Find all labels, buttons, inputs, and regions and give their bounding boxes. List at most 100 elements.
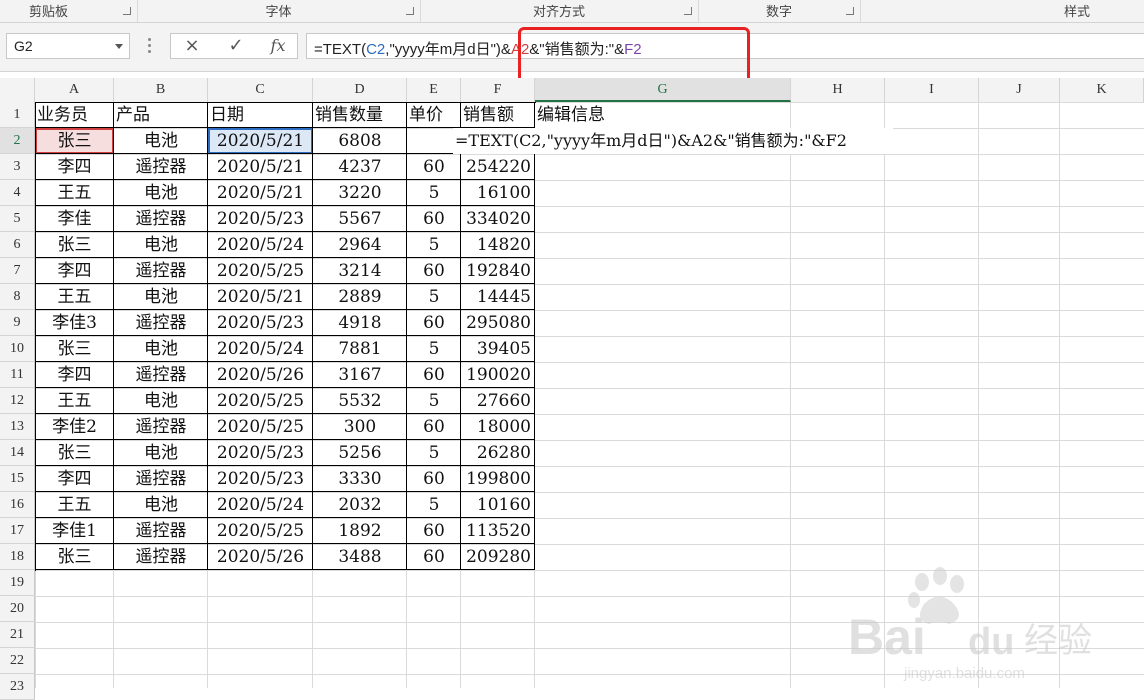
table-cell[interactable]: 60 xyxy=(407,310,461,336)
header-cell[interactable]: 单价 xyxy=(407,102,461,128)
table-cell[interactable]: 2889 xyxy=(313,284,407,310)
table-cell[interactable]: 4237 xyxy=(313,154,407,180)
table-cell[interactable]: 209280 xyxy=(461,544,535,570)
table-cell[interactable]: 2020/5/26 xyxy=(208,544,313,570)
table-cell[interactable]: 王五 xyxy=(35,284,114,310)
table-cell[interactable]: 遥控器 xyxy=(114,466,208,492)
table-cell[interactable]: 5 xyxy=(407,492,461,518)
row-header-4[interactable]: 4 xyxy=(0,180,35,206)
table-cell[interactable]: 27660 xyxy=(461,388,535,414)
column-header-k[interactable]: K xyxy=(1060,78,1144,102)
column-header-f[interactable]: F xyxy=(461,78,535,102)
table-cell[interactable]: 334020 xyxy=(461,206,535,232)
dialog-launcher-icon[interactable] xyxy=(684,7,692,15)
table-cell[interactable]: 李四 xyxy=(35,258,114,284)
row-header-10[interactable]: 10 xyxy=(0,336,35,362)
table-cell[interactable]: 2020/5/26 xyxy=(208,362,313,388)
table-cell[interactable]: 5 xyxy=(407,232,461,258)
table-cell[interactable]: 2020/5/24 xyxy=(208,336,313,362)
table-cell[interactable]: 5 xyxy=(407,180,461,206)
table-cell[interactable]: 2020/5/21 xyxy=(208,284,313,310)
dialog-launcher-icon[interactable] xyxy=(123,7,131,15)
table-cell[interactable]: 张三 xyxy=(35,440,114,466)
column-header-d[interactable]: D xyxy=(313,78,407,102)
table-cell[interactable]: 192840 xyxy=(461,258,535,284)
table-cell[interactable]: 2020/5/24 xyxy=(208,492,313,518)
table-cell[interactable]: 李佳3 xyxy=(35,310,114,336)
table-cell[interactable]: 张三 xyxy=(35,128,114,154)
table-cell[interactable]: 遥控器 xyxy=(114,206,208,232)
table-cell[interactable]: 遥控器 xyxy=(114,154,208,180)
header-cell[interactable]: 日期 xyxy=(208,102,313,128)
row-header-18[interactable]: 18 xyxy=(0,544,35,570)
table-cell[interactable]: 18000 xyxy=(461,414,535,440)
column-header-i[interactable]: I xyxy=(885,78,979,102)
table-cell[interactable]: 李四 xyxy=(35,466,114,492)
table-cell[interactable]: 2020/5/23 xyxy=(208,440,313,466)
table-cell[interactable]: 60 xyxy=(407,154,461,180)
table-cell[interactable]: 7881 xyxy=(313,336,407,362)
table-cell[interactable]: 113520 xyxy=(461,518,535,544)
table-cell[interactable]: 电池 xyxy=(114,336,208,362)
table-cell[interactable]: 6808 xyxy=(313,128,407,154)
table-cell[interactable]: 5567 xyxy=(313,206,407,232)
table-cell[interactable]: 2020/5/23 xyxy=(208,310,313,336)
row-header-21[interactable]: 21 xyxy=(0,622,35,648)
select-all-corner[interactable] xyxy=(0,78,35,102)
table-cell[interactable]: 3220 xyxy=(313,180,407,206)
header-cell[interactable]: 编辑信息 xyxy=(535,102,791,128)
table-cell[interactable]: 李佳1 xyxy=(35,518,114,544)
table-cell[interactable]: 2020/5/21 xyxy=(208,154,313,180)
column-header-j[interactable]: J xyxy=(979,78,1060,102)
table-cell[interactable]: 3167 xyxy=(313,362,407,388)
column-header-h[interactable]: H xyxy=(791,78,885,102)
row-header-12[interactable]: 12 xyxy=(0,388,35,414)
table-cell[interactable]: 2964 xyxy=(313,232,407,258)
row-header-14[interactable]: 14 xyxy=(0,440,35,466)
column-header-g[interactable]: G xyxy=(535,78,791,102)
table-cell[interactable]: 295080 xyxy=(461,310,535,336)
table-cell[interactable]: 60 xyxy=(407,466,461,492)
table-cell[interactable]: 14445 xyxy=(461,284,535,310)
row-header-15[interactable]: 15 xyxy=(0,466,35,492)
table-cell[interactable]: 300 xyxy=(313,414,407,440)
table-cell[interactable]: 2032 xyxy=(313,492,407,518)
dialog-launcher-icon[interactable] xyxy=(846,7,854,15)
table-cell[interactable]: 王五 xyxy=(35,492,114,518)
cell-edit-formula[interactable]: =TEXT(C2,"yyyy年m月d日")&A2&"销售额为:"&F2 xyxy=(453,128,893,154)
table-cell[interactable]: 5256 xyxy=(313,440,407,466)
table-cell[interactable]: 60 xyxy=(407,362,461,388)
header-cell[interactable]: 业务员 xyxy=(35,102,114,128)
table-cell[interactable]: 26280 xyxy=(461,440,535,466)
table-cell[interactable]: 5532 xyxy=(313,388,407,414)
table-cell[interactable]: 李四 xyxy=(35,154,114,180)
table-cell[interactable]: 5 xyxy=(407,388,461,414)
table-cell[interactable]: 遥控器 xyxy=(114,518,208,544)
table-cell[interactable]: 2020/5/21 xyxy=(208,180,313,206)
header-cell[interactable]: 产品 xyxy=(114,102,208,128)
drag-handle-icon[interactable] xyxy=(148,38,151,53)
table-cell[interactable]: 遥控器 xyxy=(114,414,208,440)
table-cell[interactable]: 16100 xyxy=(461,180,535,206)
table-cell[interactable]: 60 xyxy=(407,414,461,440)
column-header-b[interactable]: B xyxy=(114,78,208,102)
table-cell[interactable]: 3488 xyxy=(313,544,407,570)
table-cell[interactable]: 电池 xyxy=(114,492,208,518)
table-cell[interactable]: 199800 xyxy=(461,466,535,492)
table-cell[interactable]: 10160 xyxy=(461,492,535,518)
row-header-7[interactable]: 7 xyxy=(0,258,35,284)
table-cell[interactable]: 电池 xyxy=(114,388,208,414)
enter-icon[interactable]: ✓ xyxy=(219,35,253,57)
table-cell[interactable]: 2020/5/23 xyxy=(208,206,313,232)
table-cell[interactable]: 2020/5/24 xyxy=(208,232,313,258)
table-cell[interactable]: 60 xyxy=(407,518,461,544)
table-cell[interactable]: 14820 xyxy=(461,232,535,258)
chevron-down-icon[interactable] xyxy=(115,44,123,49)
dialog-launcher-icon[interactable] xyxy=(406,7,414,15)
row-header-22[interactable]: 22 xyxy=(0,648,35,674)
table-cell[interactable]: 2020/5/25 xyxy=(208,388,313,414)
row-header-20[interactable]: 20 xyxy=(0,596,35,622)
row-header-19[interactable]: 19 xyxy=(0,570,35,596)
name-box[interactable]: G2 xyxy=(6,33,130,59)
row-header-3[interactable]: 3 xyxy=(0,154,35,180)
